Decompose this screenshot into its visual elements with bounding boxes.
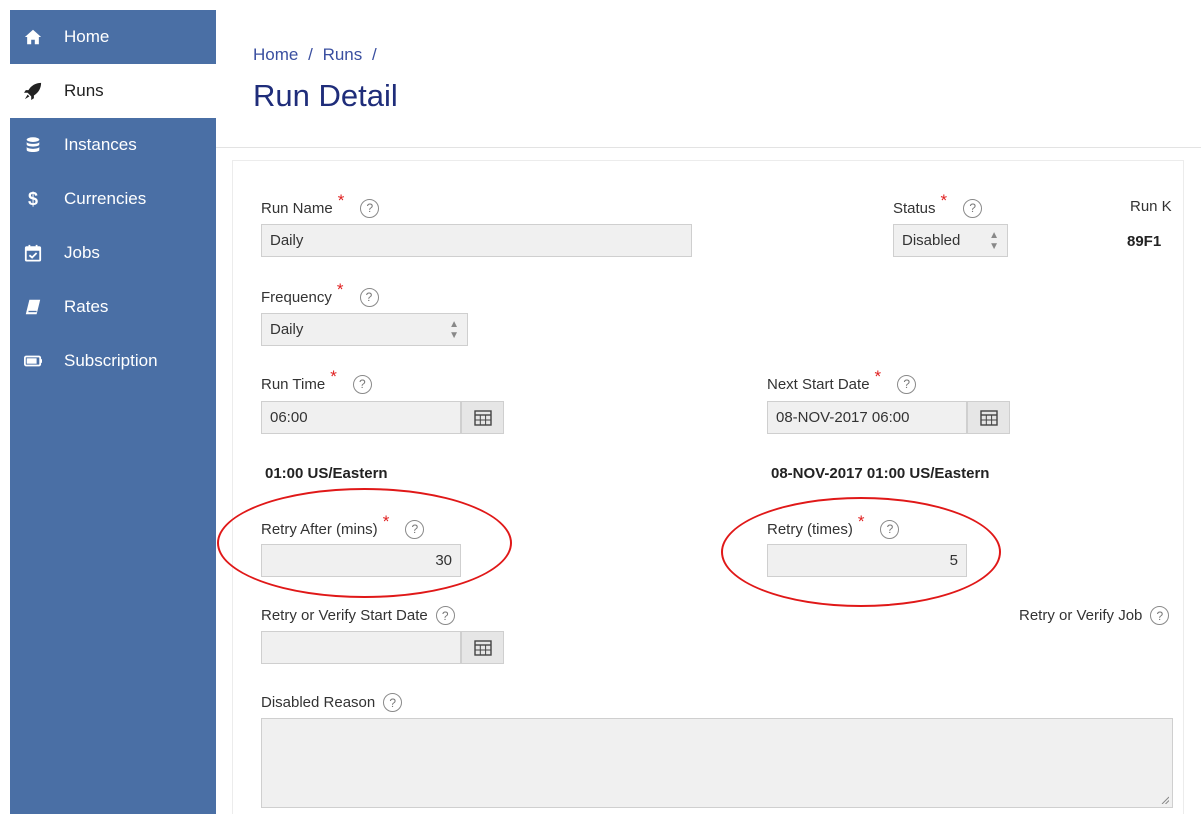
sort-arrows-icon: ▲ ▼ [989,229,999,252]
help-icon[interactable]: ? [963,198,983,218]
rocket-icon [22,80,44,102]
retry-verify-job-label-text: Retry or Verify Job [1019,607,1143,624]
home-icon [22,26,44,48]
sidebar-item-currencies[interactable]: $ Currencies [10,172,216,226]
help-icon[interactable]: ? [352,374,372,394]
status-select[interactable]: Disabled ▲ ▼ [893,224,1008,257]
help-icon[interactable]: ? [383,693,403,712]
sidebar-item-label: Runs [64,81,104,100]
frequency-select[interactable]: Daily ▲ ▼ [261,313,468,346]
required-marker: * [874,367,882,386]
run-time-input[interactable]: 06:00 [261,401,461,434]
run-name-label: Run Name * ? [261,191,380,218]
status-label: Status * ? [893,191,983,218]
frequency-label: Frequency * ? [261,280,379,307]
retry-verify-start-date-calendar-button[interactable] [461,631,504,664]
card-icon [22,350,44,372]
sidebar-item-instances[interactable]: Instances [10,118,216,172]
calendar-icon [473,639,492,656]
sidebar: Home Runs Instances $ Currencies Jobs Ra… [10,10,216,814]
run-time-label-text: Run Time [261,375,326,393]
status-value: Disabled [902,232,961,249]
calendar-check-icon [22,242,44,264]
disabled-reason-label: Disabled Reason ? [261,693,403,712]
sidebar-item-jobs[interactable]: Jobs [10,226,216,280]
sidebar-item-label: Currencies [64,189,147,208]
run-time-label: Run Time * ? [261,367,372,394]
database-icon [22,134,44,156]
required-marker: * [330,367,337,386]
next-start-date-label: Next Start Date * ? [767,367,917,394]
help-icon[interactable]: ? [1150,606,1170,625]
sidebar-item-label: Home [64,27,110,46]
run-name-value: Daily [270,232,304,249]
next-start-date-calendar-button[interactable] [967,401,1010,434]
sidebar-item-subscription[interactable]: Subscription [10,334,216,388]
retry-times-input[interactable]: 5 [767,544,967,577]
required-marker: * [857,512,865,531]
run-time-converted: 01:00 US/Eastern [265,465,388,482]
sidebar-item-label: Jobs [64,243,100,262]
next-start-date-value: 08-NOV-2017 06:00 [776,409,910,426]
retry-after-label: Retry After (mins) * ? [261,512,425,539]
breadcrumb-home[interactable]: Home [253,45,298,64]
retry-after-value: 30 [435,552,452,569]
required-marker: * [336,280,344,299]
retry-verify-job-label: Retry or Verify Job ? [1019,606,1170,625]
retry-times-value: 5 [949,552,958,569]
next-start-date-input[interactable]: 08-NOV-2017 06:00 [767,401,967,434]
sort-arrows-icon: ▲ ▼ [449,318,459,341]
breadcrumb: Home / Runs / [253,45,377,65]
sidebar-item-label: Instances [64,135,137,154]
retry-times-label-text: Retry (times) [767,520,853,538]
breadcrumb-separator: / [308,45,313,64]
run-time-calendar-button[interactable] [461,401,504,434]
calendar-icon [473,409,492,426]
retry-verify-start-date-input[interactable] [261,631,461,664]
required-marker: * [382,512,390,531]
dollar-icon: $ [27,188,38,209]
sidebar-item-label: Rates [64,297,109,316]
retry-times-label: Retry (times) * ? [767,512,900,539]
frequency-label-text: Frequency [261,288,332,306]
form-panel [232,160,1184,814]
sidebar-item-rates[interactable]: Rates [10,280,216,334]
next-start-date-converted: 08-NOV-2017 01:00 US/Eastern [771,465,990,482]
retry-after-label-text: Retry After (mins) [261,520,378,538]
required-marker: * [337,191,345,210]
run-name-input[interactable]: Daily [261,224,692,257]
book-icon [22,296,44,318]
sidebar-item-runs[interactable]: Runs [10,64,216,118]
help-icon[interactable]: ? [435,606,455,625]
header-divider [216,147,1201,148]
status-label-text: Status [893,199,936,217]
run-key-label-text: Run K [1130,198,1172,215]
run-time-value: 06:00 [270,409,308,426]
sidebar-item-label: Subscription [64,351,158,370]
help-icon[interactable]: ? [897,374,917,394]
help-icon[interactable]: ? [880,519,900,539]
retry-after-input[interactable]: 30 [261,544,461,577]
help-icon[interactable]: ? [359,287,379,307]
next-start-date-label-text: Next Start Date [767,375,870,393]
run-key-label: Run K [1130,198,1172,215]
sidebar-item-home[interactable]: Home [10,10,216,64]
resize-handle-icon [1161,796,1169,804]
run-key-value: 89F1 [1127,233,1162,250]
help-icon[interactable]: ? [360,198,380,218]
page-title: Run Detail [253,78,398,113]
help-icon[interactable]: ? [405,519,425,539]
retry-verify-start-date-label-text: Retry or Verify Start Date [261,607,428,624]
run-name-label-text: Run Name [261,199,333,217]
retry-verify-start-date-label: Retry or Verify Start Date ? [261,606,455,625]
frequency-value: Daily [270,321,304,338]
breadcrumb-runs[interactable]: Runs [323,45,363,64]
breadcrumb-separator: / [371,45,377,64]
required-marker: * [940,191,948,210]
disabled-reason-label-text: Disabled Reason [261,694,376,711]
calendar-icon [979,409,998,426]
disabled-reason-textarea[interactable] [261,718,1173,808]
